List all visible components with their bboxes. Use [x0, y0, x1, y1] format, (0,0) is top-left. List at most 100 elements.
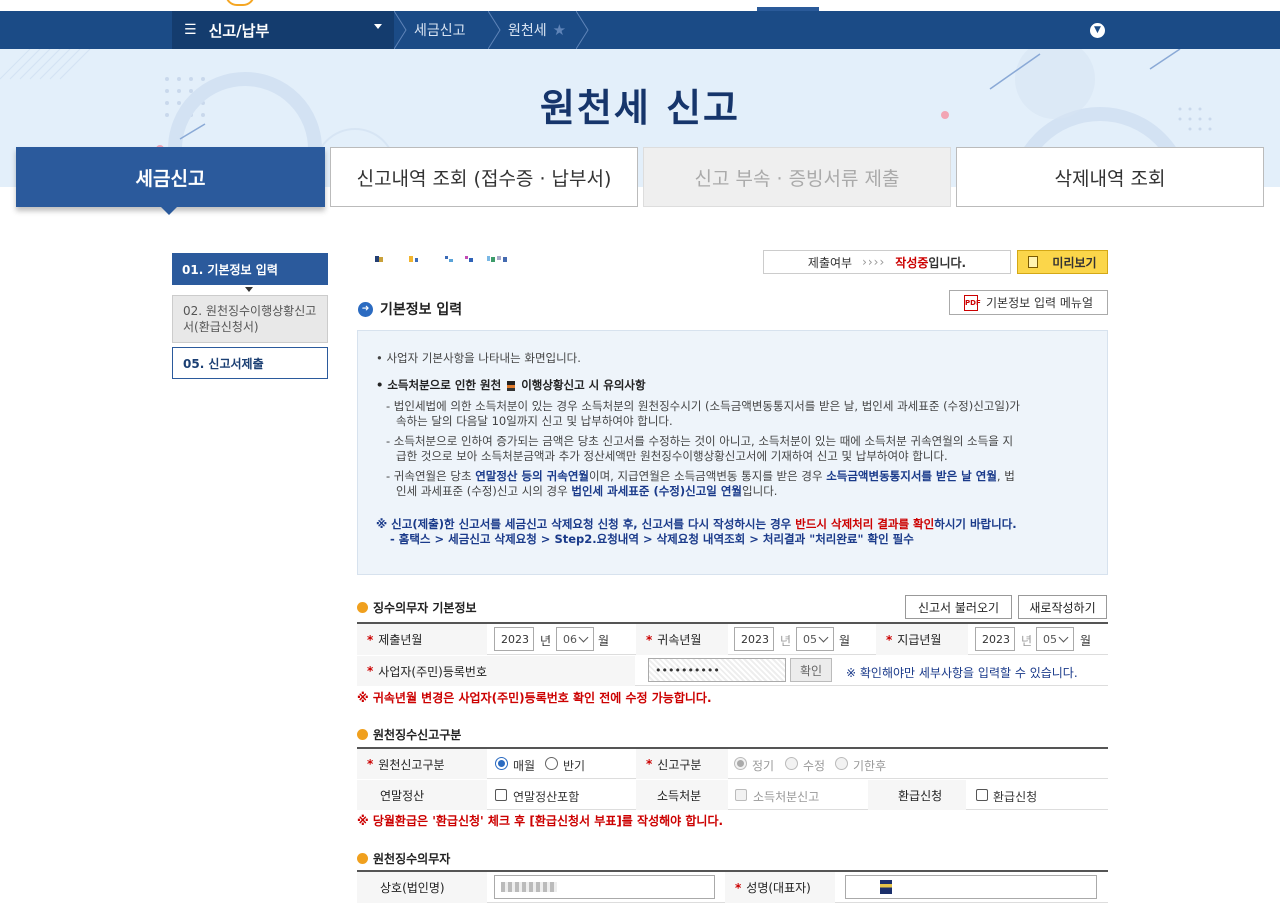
notice-line: - 귀속연월은 당초 연말정산 등의 귀속연월이며, 지급연월은 소득금액변동 …: [386, 468, 1015, 484]
month-unit: 월: [1080, 634, 1092, 648]
breadcrumb-item-withholding[interactable]: 원천세 ★: [508, 11, 566, 49]
late-label: 기한후: [853, 759, 887, 773]
bizno-input[interactable]: ••••••••••: [648, 658, 786, 682]
star-icon[interactable]: ★: [553, 21, 566, 39]
bizno-label: * 사업자(주민)등록번호: [357, 656, 635, 686]
pay-month-select[interactable]: 05: [1036, 627, 1074, 651]
breadcrumb-item-tax-report[interactable]: 세금신고: [414, 11, 466, 49]
label-text: 귀속년월: [657, 633, 702, 647]
caret-down-icon: [245, 287, 253, 292]
notice-heading-part: • 소득처분으로 인한 원천: [376, 378, 502, 392]
month-unit: 월: [839, 634, 851, 648]
representative-input[interactable]: [845, 875, 1097, 899]
masked-text: [501, 882, 557, 892]
notice-path: - 홈택스 > 세금신고 삭제요청 > Step2.요청내역 > 삭제요청 내역…: [390, 532, 914, 546]
status-prefix: 제출여부: [807, 255, 853, 270]
breadcrumb-separator-icon: [394, 11, 408, 49]
confirm-hint: ※ 확인해야만 세부사항을 입력할 수 있습니다.: [846, 666, 1078, 680]
amend-label: 수정: [803, 759, 826, 773]
pay-year-input[interactable]: 2023: [975, 627, 1015, 651]
half-year-label: 반기: [563, 759, 586, 773]
company-name-input[interactable]: [494, 875, 715, 899]
chevron-down-icon: [818, 632, 829, 643]
refund-warning: ※ 당월환급은 '환급신청' 체크 후 [환급신청서 부표]를 작성해야 합니다…: [357, 814, 724, 828]
step-submit[interactable]: 05. 신고서제출: [172, 347, 328, 379]
tab-deleted[interactable]: 삭제내역 조회: [956, 147, 1264, 207]
regular-radio[interactable]: [734, 757, 747, 770]
top-header-strip: [0, 0, 1280, 11]
submit-year-input[interactable]: 2023: [494, 627, 534, 651]
disposal-checkbox-label: 소득처분신고: [753, 790, 820, 804]
attr-month-select[interactable]: 05: [796, 627, 834, 651]
nav-menu-button[interactable]: ☰ 신고/납부: [172, 11, 394, 49]
notice-box: • 사업자 기본사항을 나타내는 화면입니다. • 소득처분으로 인한 원천 이…: [357, 330, 1108, 575]
monthly-radio[interactable]: [495, 757, 508, 770]
notice-line: 급한 것으로 보아 소득처분금액과 추가 정산세액만 원천징수이행상황신고서에 …: [396, 449, 948, 463]
monthly-label: 매월: [513, 759, 536, 773]
notice-line: - 소득처분으로 인하여 증가되는 금액은 당초 신고서를 수정하는 것이 아니…: [386, 434, 1014, 448]
masked-company-text: [375, 256, 507, 262]
label-text: 제출년월: [378, 633, 423, 647]
attr-ym-label: * 귀속년월: [636, 624, 728, 655]
late-radio[interactable]: [835, 757, 848, 770]
submit-ym-label: * 제출년월: [357, 624, 487, 655]
report-type-label: * 신고구분: [636, 749, 728, 779]
label-text: 성명(대표자): [746, 881, 811, 895]
step-withholding-report[interactable]: 02. 원천징수이행상황신고서(환급신청서): [172, 295, 328, 343]
notice-text: 하시기 바랍니다.: [934, 517, 1017, 531]
manual-label: 기본정보 입력 메뉴얼: [986, 296, 1093, 310]
section-title: ➜ 기본정보 입력: [358, 299, 462, 319]
half-year-radio[interactable]: [545, 757, 558, 770]
amend-radio[interactable]: [785, 757, 798, 770]
manual-button[interactable]: PDF 기본정보 입력 메뉴얼: [949, 290, 1108, 315]
chevron-down-icon[interactable]: ▼: [1090, 23, 1105, 38]
attr-ym-warning: ※ 귀속년월 변경은 사업자(주민)등록번호 확인 전에 수정 가능합니다.: [357, 691, 712, 705]
breadcrumb-label: 원천세: [508, 23, 547, 39]
notice-line: - 법인세법에 의한 소득처분이 있는 경우 소득처분의 원천징수시기 (소득금…: [386, 399, 1021, 413]
tab-attachments[interactable]: 신고 부속 · 증빙서류 제출: [643, 147, 951, 207]
notice-emphasis: 법인세 과세표준 (수정)신고일 연월: [571, 484, 743, 498]
notice-heading: • 소득처분으로 인한 원천 이행상황신고 시 유의사항: [376, 377, 646, 393]
status-suffix: 입니다.: [928, 255, 967, 270]
breadcrumb-separator-icon: [488, 11, 502, 49]
load-report-button[interactable]: 신고서 불러오기: [905, 595, 1012, 619]
chevron-down-icon: [1058, 632, 1069, 643]
company-name-label: 상호(법인명): [357, 872, 487, 903]
pdf-icon: PDF: [964, 294, 981, 311]
caret-down-icon: [374, 24, 382, 29]
disposal-checkbox[interactable]: [735, 789, 747, 801]
notice-emphasis: 소득금액변동통지서를 받은 날 연월: [826, 469, 997, 483]
logo-icon[interactable]: [225, 0, 255, 6]
pay-ym-label: * 지급년월: [876, 624, 968, 655]
yearend-checkbox[interactable]: [495, 789, 507, 801]
attr-year-input[interactable]: 2023: [734, 627, 774, 651]
step-basic-info[interactable]: 01. 기본정보 입력: [172, 253, 328, 285]
submission-status: 제출여부 ›››› 작성중 입니다.: [763, 250, 1011, 274]
notice-warning: ※ 신고(제출)한 신고서를 세금신고 삭제요청 신청 후, 신고서를 다시 작…: [376, 516, 1017, 532]
year-unit: 년: [1021, 634, 1033, 648]
new-report-button[interactable]: 새로작성하기: [1018, 595, 1107, 619]
document-icon: [1028, 256, 1039, 268]
arrow-right-icon: ➜: [358, 301, 373, 317]
nav-bar: ☰ 신고/납부 세금신고 원천세 ★ ▼: [0, 11, 1280, 49]
preview-button[interactable]: 미리보기: [1017, 250, 1108, 274]
refund-checkbox[interactable]: [976, 789, 988, 801]
select-value: 05: [1043, 632, 1057, 646]
form-section-title: 원천징수신고구분: [357, 726, 461, 743]
confirm-button[interactable]: 확인: [790, 658, 832, 682]
tab-tax-report[interactable]: 세금신고: [16, 147, 325, 207]
label-text: 사업자(주민)등록번호: [378, 664, 488, 679]
tab-history[interactable]: 신고내역 조회 (접수증 · 납부서): [330, 147, 638, 207]
notice-text: 입니다.: [742, 484, 778, 498]
notice-line: 인세 과세표준 (수정)신고 시의 경우 법인세 과세표준 (수정)신고일 연월…: [396, 483, 777, 499]
bullet-icon: [357, 853, 368, 864]
form-section-title-label: 징수의무자 기본정보: [373, 601, 477, 615]
select-value: 06: [563, 632, 577, 646]
notice-emphasis: 반드시 삭제처리 결과를 확인: [795, 517, 935, 531]
breadcrumb-separator-icon: [576, 11, 590, 49]
submit-month-select[interactable]: 06: [556, 627, 594, 651]
nav-menu-label: 신고/납부: [208, 21, 270, 40]
form-section-title: 징수의무자 기본정보: [357, 599, 477, 616]
form-section-title-label: 원천징수의무자: [373, 852, 451, 866]
refund-checkbox-label: 환급신청: [993, 790, 1038, 804]
